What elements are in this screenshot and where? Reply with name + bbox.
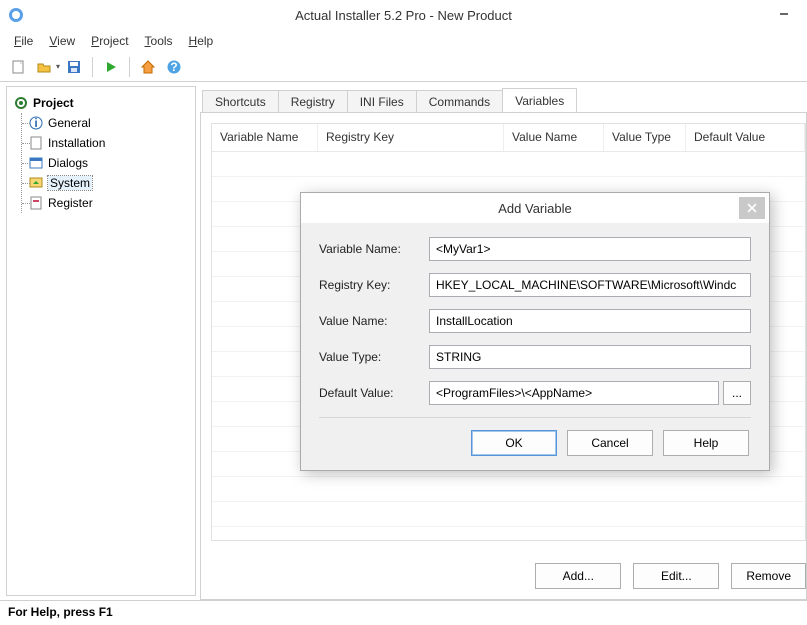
grid-header: Variable Name Registry Key Value Name Va… [212, 124, 805, 152]
select-value-type[interactable]: STRING [429, 345, 751, 369]
label-registry-key: Registry Key: [319, 278, 429, 292]
tab-commands[interactable]: Commands [416, 90, 503, 113]
window-titlebar: Actual Installer 5.2 Pro - New Product [0, 0, 807, 30]
open-dropdown-icon[interactable]: ▾ [56, 62, 60, 71]
label-value-name: Value Name: [319, 314, 429, 328]
label-value-type: Value Type: [319, 350, 429, 364]
tree-item-system[interactable]: System [26, 173, 191, 193]
remove-button[interactable]: Remove [731, 563, 806, 589]
tab-strip: Shortcuts Registry INI Files Commands Va… [200, 86, 807, 112]
col-registry-key[interactable]: Registry Key [318, 124, 504, 151]
save-button[interactable] [62, 55, 86, 79]
menu-tools[interactable]: Tools [139, 32, 179, 50]
svg-text:i: i [34, 116, 37, 130]
tree-item-register[interactable]: Register [26, 193, 191, 213]
menubar: File View Project Tools Help [0, 30, 807, 52]
project-tree: Project i General Installation Dialogs S… [6, 86, 196, 596]
tree-item-dialogs[interactable]: Dialogs [26, 153, 191, 173]
input-variable-name[interactable] [429, 237, 751, 261]
statusbar-text: For Help, press F1 [8, 605, 113, 619]
help-button[interactable]: ? [162, 55, 186, 79]
col-value-type[interactable]: Value Type [604, 124, 686, 151]
edit-button[interactable]: Edit... [633, 563, 719, 589]
col-variable-name[interactable]: Variable Name [212, 124, 318, 151]
col-value-name[interactable]: Value Name [504, 124, 604, 151]
label-variable-name: Variable Name: [319, 242, 429, 256]
toolbar-separator [129, 57, 130, 77]
window-title: Actual Installer 5.2 Pro - New Product [0, 8, 807, 23]
tab-registry[interactable]: Registry [278, 90, 348, 113]
dialogs-icon [28, 155, 44, 171]
dialog-close-button[interactable] [739, 197, 765, 219]
project-icon [13, 95, 29, 111]
new-button[interactable] [6, 55, 30, 79]
menu-project[interactable]: Project [85, 32, 134, 50]
col-default-value[interactable]: Default Value [686, 124, 805, 151]
tree-root-project[interactable]: Project [11, 93, 191, 113]
dialog-title: Add Variable [301, 201, 769, 216]
ok-button[interactable]: OK [471, 430, 557, 456]
tree-root-label: Project [33, 96, 74, 110]
tree-item-label: Dialogs [48, 156, 88, 170]
input-registry-key[interactable] [429, 273, 751, 297]
app-icon [8, 7, 24, 23]
tab-shortcuts[interactable]: Shortcuts [202, 90, 279, 113]
browse-default-value-button[interactable]: ... [723, 381, 751, 405]
label-default-value: Default Value: [319, 386, 429, 400]
info-icon: i [28, 115, 44, 131]
statusbar: For Help, press F1 [0, 600, 807, 622]
dialog-separator [319, 417, 751, 418]
tree-item-label: Register [48, 196, 93, 210]
dialog-help-button[interactable]: Help [663, 430, 749, 456]
open-button[interactable] [32, 55, 56, 79]
build-run-button[interactable] [99, 55, 123, 79]
tree-item-general[interactable]: i General [26, 113, 191, 133]
minimize-button[interactable] [761, 0, 807, 28]
tree-item-label: General [48, 116, 91, 130]
tree-item-label: Installation [48, 136, 105, 150]
add-variable-dialog: Add Variable Variable Name: Registry Key… [300, 192, 770, 471]
toolbar-separator [92, 57, 93, 77]
tree-item-label: System [48, 176, 92, 190]
add-button[interactable]: Add... [535, 563, 621, 589]
input-default-value[interactable] [429, 381, 719, 405]
tree-item-installation[interactable]: Installation [26, 133, 191, 153]
menu-file[interactable]: File [8, 32, 39, 50]
toolbar: ▾ ? [0, 52, 807, 82]
home-button[interactable] [136, 55, 160, 79]
svg-text:?: ? [170, 60, 177, 74]
input-value-name[interactable] [429, 309, 751, 333]
cancel-button[interactable]: Cancel [567, 430, 653, 456]
register-icon [28, 195, 44, 211]
tab-variables[interactable]: Variables [502, 88, 577, 112]
menu-help[interactable]: Help [183, 32, 220, 50]
system-icon [28, 175, 44, 191]
page-icon [28, 135, 44, 151]
dialog-titlebar[interactable]: Add Variable [301, 193, 769, 223]
tab-ini-files[interactable]: INI Files [347, 90, 417, 113]
menu-view[interactable]: View [43, 32, 81, 50]
